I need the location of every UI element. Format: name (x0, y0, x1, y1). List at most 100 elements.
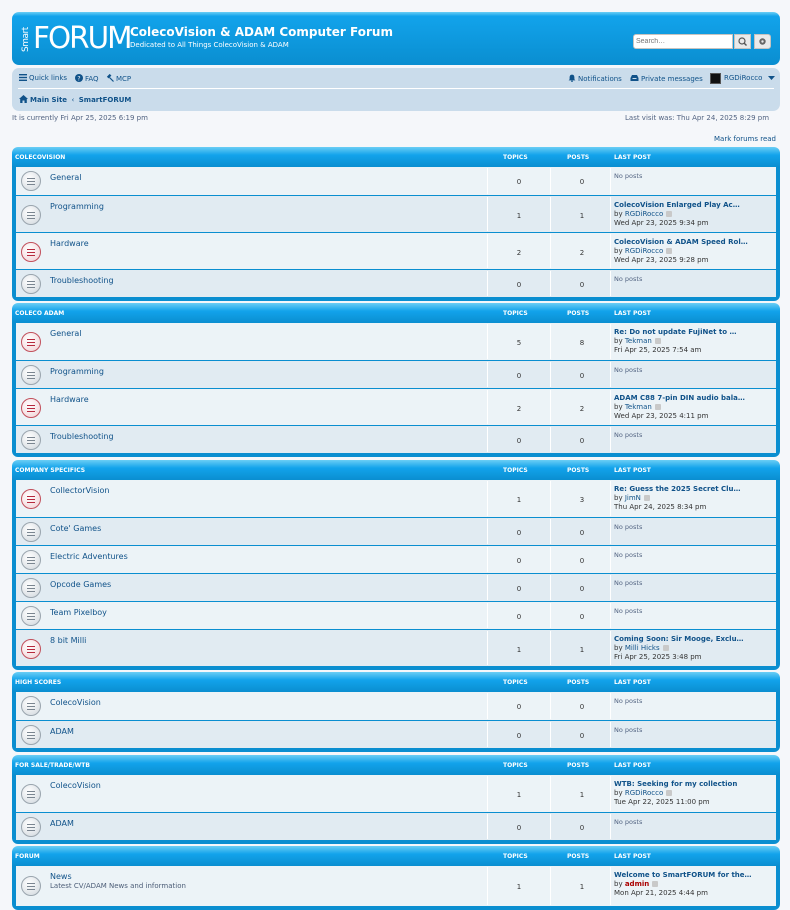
column-last-post-header: LAST POST (614, 154, 651, 161)
last-post-author-line: by RGDiRocco (614, 247, 673, 255)
view-latest-post-icon[interactable] (666, 248, 673, 254)
forum-row[interactable]: Electric Adventures 0 0 No posts (16, 545, 776, 573)
section-title[interactable]: COLECOVISION (15, 154, 65, 161)
last-post-title-link[interactable]: ADAM C88 7-pin DIN audio bala… (614, 394, 745, 402)
forum-name-link[interactable]: ADAM (50, 819, 74, 828)
last-post-author-link[interactable]: RGDiRocco (625, 789, 663, 797)
private-messages-link[interactable]: Private messages (630, 74, 703, 83)
forum-row[interactable]: Troubleshooting 0 0 No posts (16, 269, 776, 297)
advanced-search-button[interactable] (754, 34, 771, 49)
forum-row[interactable]: News Latest CV/ADAM News and information 1… (16, 866, 776, 906)
home-icon (19, 95, 28, 103)
mark-forums-read-link[interactable]: Mark forums read (714, 135, 776, 143)
forum-row[interactable]: ColecoVision 0 0 No posts (16, 692, 776, 720)
forum-name-link[interactable]: Cote' Games (50, 524, 101, 533)
view-latest-post-icon[interactable] (652, 881, 659, 887)
forum-row[interactable]: ColecoVision 1 1 WTB: Seeking for my collec… (16, 775, 776, 812)
forum-name-link[interactable]: Hardware (50, 239, 89, 248)
forum-name-link[interactable]: News (50, 872, 72, 881)
last-post-author-link[interactable]: admin (625, 880, 649, 888)
forum-row[interactable]: Programming 0 0 No posts (16, 360, 776, 388)
section-title[interactable]: FORUM (15, 853, 40, 860)
last-post-author-link[interactable]: JimN (625, 494, 641, 502)
forum-row[interactable]: Hardware 2 2 ADAM C88 7-pin DIN audio bala…… (16, 388, 776, 425)
forum-name-link[interactable]: Team Pixelboy (50, 608, 107, 617)
faq-link[interactable]: ? FAQ (75, 74, 99, 83)
last-post-author-link[interactable]: Tekman (625, 337, 652, 345)
forum-name-link[interactable]: General (50, 329, 82, 338)
forum-name-link[interactable]: General (50, 173, 82, 182)
view-latest-post-icon[interactable] (666, 790, 673, 796)
forum-row[interactable]: ADAM 0 0 No posts (16, 812, 776, 840)
posts-count: 8 (579, 338, 585, 347)
no-posts-text: No posts (614, 697, 643, 705)
search-button[interactable] (734, 34, 751, 49)
forum-rows: CollectorVision 1 3 Re: Guess the 2025 Secr… (16, 480, 776, 666)
forum-read-icon (21, 606, 41, 626)
last-post-title-link[interactable]: Coming Soon: Sir Mooge, Exclu… (614, 635, 744, 643)
last-post-date: Wed Apr 23, 2025 9:34 pm (614, 219, 709, 227)
section-title[interactable]: COMPANY SPECIFICS (15, 467, 85, 474)
forum-row[interactable]: Opcode Games 0 0 No posts (16, 573, 776, 601)
site-logo[interactable]: Smart FORUM (20, 21, 133, 58)
topics-count: 1 (516, 645, 522, 654)
breadcrumb-smartforum[interactable]: SmartFORUM (79, 96, 132, 104)
forum-name-link[interactable]: Troubleshooting (50, 432, 114, 441)
last-post-title-link[interactable]: Welcome to SmartFORUM for the… (614, 871, 752, 879)
view-latest-post-icon[interactable] (643, 495, 650, 501)
forum-row[interactable]: General 5 8 Re: Do not update FujiNet to … b… (16, 323, 776, 360)
last-post-title-link[interactable]: Re: Do not update FujiNet to … (614, 328, 736, 336)
last-post-author-link[interactable]: RGDiRocco (625, 247, 663, 255)
forum-name-link[interactable]: Electric Adventures (50, 552, 128, 561)
section-title[interactable]: HIGH SCORES (15, 679, 61, 686)
forum-row[interactable]: Programming 1 1 ColecoVision Enlarged Play … (16, 195, 776, 232)
forum-row[interactable]: General 0 0 No posts (16, 167, 776, 195)
user-menu[interactable]: RGDiRocco (724, 74, 777, 82)
section-title[interactable]: COLECO ADAM (15, 310, 64, 317)
forum-name-link[interactable]: CollectorVision (50, 486, 109, 495)
forum-row[interactable]: CollectorVision 1 3 Re: Guess the 2025 Secr… (16, 480, 776, 517)
quick-links-menu[interactable]: Quick links (19, 74, 67, 82)
view-latest-post-icon[interactable] (654, 338, 661, 344)
forum-name-link[interactable]: Opcode Games (50, 580, 111, 589)
avatar[interactable] (710, 73, 721, 84)
forum-row[interactable]: Cote' Games 0 0 No posts (16, 517, 776, 545)
forum-name-link[interactable]: Hardware (50, 395, 89, 404)
forum-name-link[interactable]: ColecoVision (50, 781, 101, 790)
notifications-link[interactable]: Notifications (568, 74, 622, 83)
forum-row[interactable]: 8 bit Milli 1 1 Coming Soon: Sir Mooge, Exc… (16, 629, 776, 666)
mcp-link[interactable]: MCP (106, 73, 131, 83)
section-title[interactable]: FOR SALE/TRADE/WTB (15, 762, 90, 769)
forum-row[interactable]: Hardware 2 2 ColecoVision & ADAM Speed Rol…… (16, 232, 776, 269)
view-latest-post-icon[interactable] (654, 404, 661, 410)
forum-row[interactable]: Troubleshooting 0 0 No posts (16, 425, 776, 453)
posts-count: 1 (579, 645, 585, 654)
column-divider (550, 603, 551, 628)
column-divider (550, 234, 551, 268)
last-post-title-link[interactable]: ColecoVision & ADAM Speed Rol… (614, 238, 748, 246)
forum-name-link[interactable]: ColecoVision (50, 698, 101, 707)
forum-read-icon (21, 783, 41, 804)
forum-name-link[interactable]: Troubleshooting (50, 276, 114, 285)
last-post-title-link[interactable]: Re: Guess the 2025 Secret Clu… (614, 485, 741, 493)
forum-name-link[interactable]: ADAM (50, 727, 74, 736)
last-post-author-link[interactable]: RGDiRocco (625, 210, 663, 218)
forum-name-link[interactable]: Programming (50, 367, 104, 376)
last-post-author-link[interactable]: Tekman (625, 403, 652, 411)
forum-row[interactable]: Team Pixelboy 0 0 No posts (16, 601, 776, 629)
search-input[interactable] (633, 34, 733, 49)
by-label: by (614, 789, 623, 797)
topics-count: 0 (516, 703, 522, 711)
column-divider (487, 547, 488, 572)
forum-name-link[interactable]: Programming (50, 202, 104, 211)
last-post-author-link[interactable]: Milli Hicks (625, 644, 660, 652)
view-latest-post-icon[interactable] (662, 645, 669, 651)
column-divider (610, 271, 611, 296)
breadcrumb-main-site[interactable]: Main Site (30, 96, 67, 104)
forum-row[interactable]: ADAM 0 0 No posts (16, 720, 776, 748)
view-latest-post-icon[interactable] (666, 211, 673, 217)
section-header: COMPANY SPECIFICS TOPICS POSTS LAST POST (12, 460, 780, 480)
last-post-title-link[interactable]: WTB: Seeking for my collection (614, 780, 737, 788)
forum-name-link[interactable]: 8 bit Milli (50, 636, 86, 645)
last-post-title-link[interactable]: ColecoVision Enlarged Play Ac… (614, 201, 740, 209)
